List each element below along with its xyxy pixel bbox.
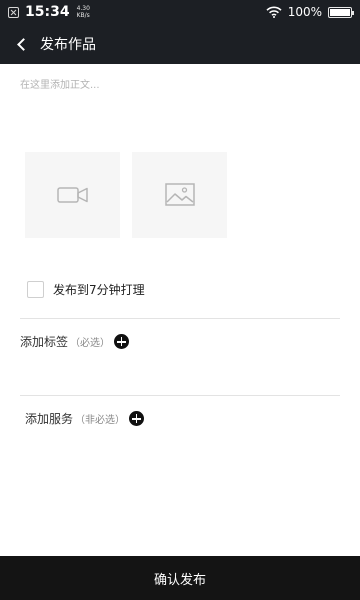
network-speed: 4.30 KB/s — [77, 5, 90, 19]
back-button[interactable] — [0, 24, 40, 64]
notification-x-icon — [8, 6, 19, 18]
divider — [20, 318, 340, 319]
add-service-plus-icon[interactable] — [129, 411, 145, 426]
image-icon — [164, 183, 195, 206]
add-tag-hint: （必选） — [70, 338, 111, 349]
status-time: 15:34 — [25, 4, 70, 20]
chevron-left-icon — [16, 37, 30, 51]
network-speed-value: 4.30 — [76, 5, 90, 12]
body-text-input[interactable] — [20, 76, 340, 136]
header: 发布作品 — [0, 24, 360, 64]
divider — [20, 395, 340, 396]
status-left: 15:34 4.30 KB/s — [8, 4, 90, 20]
wifi-icon — [266, 6, 282, 18]
add-service-label: 添加服务 — [25, 412, 74, 426]
add-tag-plus-icon[interactable] — [114, 334, 130, 349]
sync-option-row[interactable]: 发布到7分钟打理 — [27, 281, 145, 298]
confirm-publish-label: 确认发布 — [153, 572, 206, 588]
add-video-button[interactable] — [25, 152, 120, 238]
page-title: 发布作品 — [40, 37, 96, 53]
add-image-button[interactable] — [132, 152, 227, 238]
video-camera-icon — [56, 187, 88, 203]
battery-icon — [328, 6, 354, 18]
add-tag-row[interactable]: 添加标签 （必选） — [20, 333, 130, 350]
add-service-row[interactable]: 添加服务 （非必选） — [25, 410, 145, 427]
sync-option-label: 发布到7分钟打理 — [53, 283, 145, 297]
status-bar: 15:34 4.30 KB/s 100% — [0, 0, 360, 24]
sync-checkbox[interactable] — [27, 281, 44, 298]
confirm-publish-button[interactable]: 确认发布 — [0, 556, 360, 600]
add-service-hint: （非必选） — [75, 415, 126, 426]
status-right: 100% — [266, 5, 354, 19]
network-speed-unit: KB/s — [76, 12, 90, 19]
battery-level-fill — [330, 8, 350, 16]
battery-percent: 100% — [287, 5, 322, 19]
add-tag-label: 添加标签 — [20, 335, 69, 349]
